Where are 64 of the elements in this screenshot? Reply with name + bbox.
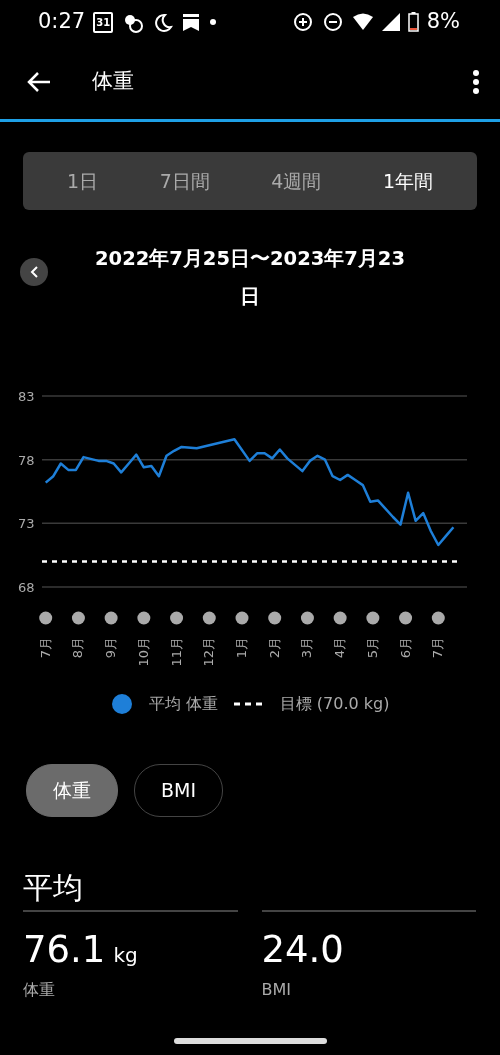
month-marker xyxy=(170,611,184,625)
bookmark-icon xyxy=(181,12,202,32)
more-vertical-icon xyxy=(472,68,480,95)
month-marker xyxy=(431,611,445,625)
calendar-icon: 31 xyxy=(93,11,114,33)
x-axis-label: 8月 xyxy=(70,637,86,659)
stat-label: BMI xyxy=(261,978,292,1001)
metric-chip[interactable]: 体重 xyxy=(26,764,118,817)
month-marker xyxy=(39,611,53,625)
month-marker xyxy=(268,611,282,625)
x-axis-label: 9月 xyxy=(103,637,119,659)
x-axis-label: 4月 xyxy=(332,637,348,659)
notification-dot-icon xyxy=(209,18,218,26)
x-axis-label: 10月 xyxy=(135,637,151,667)
screen-title: 体重 xyxy=(92,67,134,95)
month-marker xyxy=(235,611,249,625)
battery-percent: 8% xyxy=(426,8,460,36)
chevron-left-icon xyxy=(29,265,39,279)
back-button[interactable] xyxy=(26,69,52,94)
month-marker xyxy=(202,611,216,625)
moon-icon xyxy=(153,12,174,32)
range-tab[interactable]: 7日間 xyxy=(145,160,224,202)
x-axis-label: 11月 xyxy=(168,637,184,667)
month-marker xyxy=(366,611,380,625)
month-marker xyxy=(300,611,314,625)
x-axis-label: 5月 xyxy=(364,637,380,659)
x-axis-label: 7月 xyxy=(37,637,53,659)
clock-time: 0:27 xyxy=(38,8,86,36)
x-axis-label: 3月 xyxy=(299,637,315,659)
y-axis-label: 83 xyxy=(18,389,35,404)
x-axis-label: 1月 xyxy=(234,637,249,659)
range-tab[interactable]: 1日 xyxy=(53,160,113,202)
stat-unit: kg xyxy=(113,942,138,969)
date-range: 2022年7月25日〜2023年7月23日 xyxy=(94,246,406,310)
month-marker xyxy=(399,611,413,625)
previous-period-button[interactable] xyxy=(20,258,48,286)
x-axis-label: 2月 xyxy=(266,637,282,659)
data-saver-icon xyxy=(291,11,314,33)
do-not-disturb-icon xyxy=(321,11,344,33)
stat-value: 76.1 xyxy=(23,927,106,973)
home-indicator[interactable] xyxy=(173,1037,327,1044)
legend-label: 目標 (70.0 kg) xyxy=(279,693,390,715)
month-marker xyxy=(104,611,118,625)
stat-label: 体重 xyxy=(23,978,56,1001)
x-axis-label: 12月 xyxy=(201,637,217,667)
range-tab[interactable]: 1年間 xyxy=(368,160,447,202)
more-options-button[interactable] xyxy=(472,68,480,95)
y-axis-label: 73 xyxy=(18,516,35,532)
month-marker xyxy=(71,611,85,625)
y-axis-label: 68 xyxy=(18,580,35,595)
metric-chip[interactable]: BMI xyxy=(134,764,224,817)
legend-label: 平均 体重 xyxy=(148,693,218,715)
y-axis-label: 78 xyxy=(18,452,35,468)
signal-icon xyxy=(381,13,400,31)
wifi-icon xyxy=(351,13,374,31)
back-arrow-icon xyxy=(26,71,52,93)
month-marker xyxy=(333,611,347,625)
month-marker xyxy=(137,611,151,625)
x-axis-label: 6月 xyxy=(397,637,413,659)
range-tab[interactable]: 4週間 xyxy=(257,160,336,202)
battery-icon xyxy=(407,12,419,32)
x-axis-label: 7月 xyxy=(430,637,446,659)
summary-heading: 平均 xyxy=(23,869,84,907)
stat-value: 24.0 xyxy=(261,927,344,973)
